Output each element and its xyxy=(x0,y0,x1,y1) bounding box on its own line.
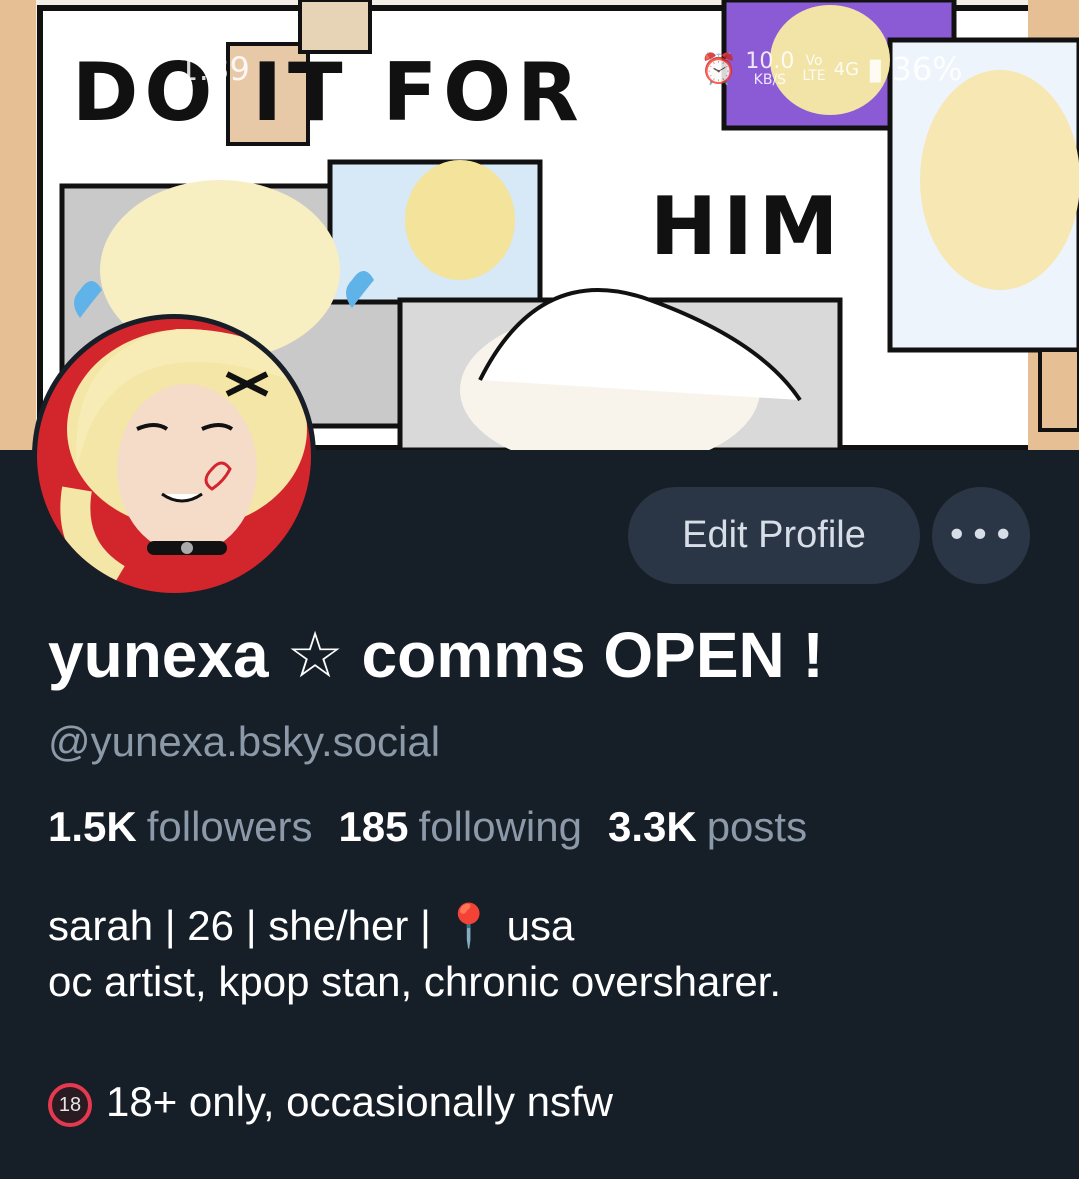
status-indicators: ⏰ 10.0 KB/S Vo LTE 4G ▮ 36% xyxy=(700,50,963,88)
followers-count: 1.5K xyxy=(48,803,137,850)
volte-top: Vo xyxy=(805,53,823,69)
profile-display-name: yunexa ☆ comms OPEN ! xyxy=(48,619,824,691)
avatar-artwork xyxy=(37,319,311,593)
location-pin-icon: 📍 xyxy=(442,902,495,949)
following-label: following xyxy=(418,803,582,850)
profile-handle[interactable]: @yunexa.bsky.social xyxy=(48,718,440,766)
bio-line-2: oc artist, kpop stan, chronic oversharer… xyxy=(48,958,782,1005)
alarm-icon: ⏰ xyxy=(700,51,738,87)
battery-level: 36% xyxy=(891,50,963,88)
network-type: 4G xyxy=(833,58,860,80)
profile-stats: 1.5K followers 185 following 3.3K posts xyxy=(48,803,833,851)
volte-icon: Vo LTE xyxy=(802,54,825,84)
followers-stat[interactable]: 1.5K followers xyxy=(48,803,312,851)
bio-spacer xyxy=(48,1010,781,1074)
bio-line-3-text: 18+ only, occasionally nsfw xyxy=(106,1078,613,1125)
signal-icon: ▮ xyxy=(867,51,884,87)
posts-label: posts xyxy=(706,803,808,850)
profile-bio: sarah | 26 | she/her | 📍 usa oc artist, … xyxy=(48,898,781,1130)
status-bar: 1:39 ⏰ 10.0 KB/S Vo LTE 4G ▮ 36% xyxy=(0,50,1079,90)
bio-line-1: sarah | 26 | she/her | 📍 usa xyxy=(48,898,781,954)
bio-location: usa xyxy=(494,902,575,949)
bio-line-3: 18 18+ only, occasionally nsfw xyxy=(48,1074,781,1130)
under-18-prohibited-icon: 18 xyxy=(48,1082,92,1127)
status-time: 1:39 xyxy=(178,50,250,88)
net-speed-value: 10.0 xyxy=(745,48,795,74)
banner-text-line2: HIM xyxy=(650,180,845,273)
posts-count: 3.3K xyxy=(607,803,697,850)
avatar[interactable] xyxy=(32,314,316,598)
volte-bottom: LTE xyxy=(802,68,826,84)
following-stat[interactable]: 185 following xyxy=(338,803,582,851)
net-speed: 10.0 KB/S xyxy=(745,48,795,88)
net-speed-unit: KB/S xyxy=(753,71,787,88)
followers-label: followers xyxy=(146,803,313,850)
following-count: 185 xyxy=(338,803,409,850)
posts-stat: 3.3K posts xyxy=(608,803,807,851)
edit-profile-button[interactable]: Edit Profile xyxy=(628,487,920,584)
more-options-button[interactable]: ••• xyxy=(932,487,1030,584)
bio-line-1-text: sarah | 26 | she/her | xyxy=(48,902,443,949)
